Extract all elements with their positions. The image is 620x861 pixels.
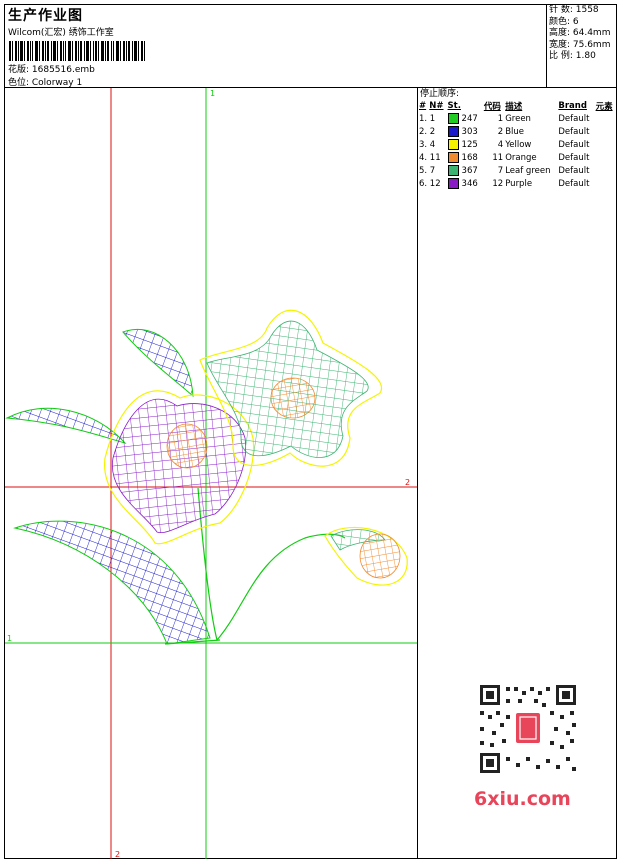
row-code: 2: [497, 126, 504, 137]
row-stitches: 303: [461, 127, 478, 137]
stitch-count: 针 数: 1558: [549, 5, 599, 15]
qr-code: [470, 679, 586, 779]
row-index: 4. 11: [419, 152, 441, 163]
axis-label-red-bottom: 2: [115, 850, 120, 859]
flower-stem: [197, 487, 346, 642]
watermark: 6xiu.com: [474, 788, 571, 810]
row-code: 12: [492, 178, 504, 189]
row-description: Yellow: [505, 139, 532, 150]
leaf-bottom-left: [13, 520, 211, 645]
color-swatch: [447, 178, 459, 189]
row-code: 11: [492, 152, 504, 163]
row-brand: Default: [558, 139, 590, 150]
design-canvas: 1 2 1 2: [5, 88, 417, 859]
row-description: Purple: [505, 178, 533, 189]
pattern-file: 花版: 1685516.emb: [8, 65, 95, 75]
row-brand: Default: [558, 126, 590, 137]
color-swatch: [447, 126, 459, 137]
row-description: Blue: [505, 126, 525, 137]
row-index: 3. 4: [419, 139, 436, 150]
leaf-top-left: [122, 328, 194, 398]
color-swatch: [447, 113, 459, 124]
panel-divider: [417, 88, 418, 859]
row-code: 7: [497, 165, 504, 176]
row-element: [595, 164, 616, 177]
row-stitches: 247: [461, 114, 478, 124]
axis-label-green-left: 1: [7, 634, 12, 643]
flower-bud: [324, 526, 408, 586]
row-brand: Default: [558, 178, 590, 189]
row-brand: Default: [558, 165, 590, 176]
row-element: [595, 125, 616, 138]
color-swatch: [447, 139, 459, 150]
color-table-row: 3. 4 125 4 Yellow Default: [418, 138, 616, 151]
design-height: 高度: 64.4mm: [549, 28, 611, 38]
row-stitches-cell: 367: [447, 164, 483, 177]
stop-sequence-panel: 停止顺序: # N# St. 代码 描述 Brand 元素 1. 1 247 1 Gr…: [418, 88, 617, 190]
row-stitches-cell: 168: [447, 151, 483, 164]
color-table-row: 2. 2 303 2 Blue Default: [418, 125, 616, 138]
scale-ratio: 比 例: 1.80: [549, 51, 596, 61]
row-index: 6. 12: [419, 178, 441, 189]
row-brand: Default: [558, 152, 590, 163]
embroidery-preview: 1 2 1 2: [5, 88, 417, 859]
col-index: #: [419, 101, 427, 111]
header-info: 生产作业图 Wilcom(汇宏) 绣饰工作室 花版: 1685516.emb 色…: [5, 5, 546, 88]
stop-sequence-caption: 停止顺序:: [420, 89, 460, 99]
col-description: 描述: [505, 102, 523, 112]
row-code: 1: [497, 113, 504, 124]
row-code: 4: [497, 139, 504, 150]
col-needle: N#: [429, 101, 444, 111]
color-swatch: [447, 165, 459, 176]
row-stitches: 346: [461, 179, 478, 189]
row-element: [595, 177, 616, 190]
color-count: 颜色: 6: [549, 16, 579, 27]
col-brand: Brand: [558, 101, 587, 111]
stats-panel: 针 数: 1558 颜色: 6 高度: 64.4mm 宽度: 75.6mm 比 …: [546, 5, 617, 87]
barcode: [9, 41, 145, 61]
col-stitches: St.: [447, 101, 461, 111]
studio-name: Wilcom(汇宏) 绣饰工作室: [8, 28, 114, 38]
row-index: 5. 7: [419, 165, 436, 176]
row-index: 1. 1: [419, 113, 436, 124]
design-width: 宽度: 75.6mm: [549, 39, 611, 50]
row-stitches-cell: 303: [447, 125, 483, 138]
row-element: [595, 138, 616, 151]
color-table-row: 6. 12 346 12 Purple Default: [418, 177, 616, 190]
color-swatch: [447, 152, 459, 163]
row-description: Green: [505, 113, 531, 124]
row-element: [595, 151, 616, 164]
color-table: # N# St. 代码 描述 Brand 元素 1. 1 247 1 Green Def…: [418, 100, 616, 190]
row-description: Orange: [505, 152, 537, 163]
row-element: [595, 112, 616, 125]
axis-label-green-top: 1: [210, 89, 215, 98]
leaf-left: [5, 407, 127, 444]
row-stitches-cell: 346: [447, 177, 483, 190]
row-stitches-cell: 125: [447, 138, 483, 151]
page-title: 生产作业图: [8, 8, 83, 24]
row-description: Leaf green: [505, 165, 551, 176]
row-stitches: 168: [461, 153, 478, 163]
row-brand: Default: [558, 113, 590, 124]
purple-flower: [104, 390, 255, 545]
color-table-row: 5. 7 367 7 Leaf green Default: [418, 164, 616, 177]
row-stitches: 367: [461, 166, 478, 176]
color-table-row: 4. 11 168 11 Orange Default: [418, 151, 616, 164]
color-table-row: 1. 1 247 1 Green Default: [418, 112, 616, 125]
col-element: 元素: [595, 102, 613, 112]
col-code: 代码: [483, 102, 501, 112]
axis-label-red-right: 2: [405, 478, 410, 487]
row-index: 2. 2: [419, 126, 436, 137]
row-stitches-cell: 247: [447, 112, 483, 125]
row-stitches: 125: [461, 140, 478, 150]
color-table-header: # N# St. 代码 描述 Brand 元素: [418, 100, 616, 112]
